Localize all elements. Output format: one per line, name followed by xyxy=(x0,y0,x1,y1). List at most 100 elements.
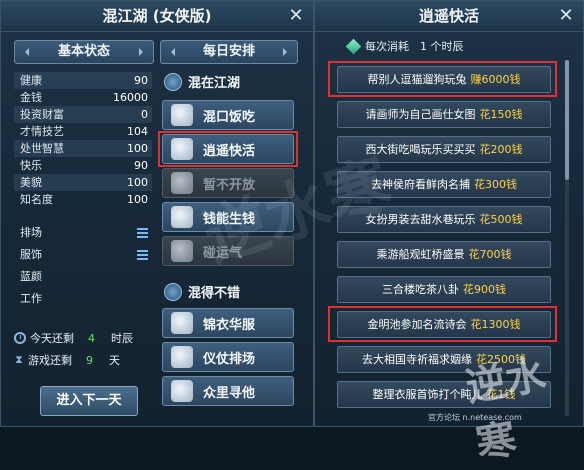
task-price: 花2500钱 xyxy=(476,353,526,366)
cost-text: 每次消耗 1 个时辰 xyxy=(365,40,464,53)
task-price: 花150钱 xyxy=(479,108,523,121)
stat-label: 快乐 xyxy=(20,159,42,172)
scrollbar-thumb[interactable] xyxy=(565,60,569,180)
action-button-not-open: 暂不开放 xyxy=(162,168,294,198)
stat-label: 投资财富 xyxy=(20,108,64,121)
gem-icon xyxy=(345,38,362,54)
remaining-today: 今天还剩 4 时辰 xyxy=(14,330,133,346)
task-desc: 三合楼吃茶八卦 xyxy=(382,283,459,296)
next-day-button[interactable]: 进入下一天 xyxy=(40,386,138,416)
task-button[interactable]: 整理衣服首饰打个盹儿 花1钱 xyxy=(337,381,551,408)
clock-icon xyxy=(14,332,26,344)
extra-row-ceremony: 排场 xyxy=(14,222,152,244)
money-icon xyxy=(171,206,193,228)
stat-label: 美貌 xyxy=(20,176,42,189)
action-label: 钱能生钱 xyxy=(203,211,256,227)
stat-row-health: 健康 90 xyxy=(14,72,152,89)
stat-value: 100 xyxy=(127,142,148,155)
stat-value: 104 xyxy=(127,125,148,138)
bowl-icon xyxy=(171,104,193,126)
stat-label: 处世智慧 xyxy=(20,142,64,155)
category-hunjianghu: 混在江湖 xyxy=(164,72,240,91)
stat-label: 才情技艺 xyxy=(20,125,64,138)
action-label: 碰运气 xyxy=(203,245,243,261)
task-button[interactable]: 女扮男装去甜水巷玩乐 花500钱 xyxy=(337,206,551,233)
task-price: 花700钱 xyxy=(468,248,512,261)
flower-icon xyxy=(171,380,193,402)
boat-icon xyxy=(171,172,193,194)
extra-row-clothing: 服饰 xyxy=(14,244,152,266)
category-icon xyxy=(164,72,182,91)
remaining-game-value: 9 xyxy=(86,353,93,367)
list-icon[interactable] xyxy=(137,228,148,238)
stats-table: 健康 90 金钱 16000 投资财富 0 才情技艺 104 处世智慧 100 快乐 90 … xyxy=(14,72,152,208)
stat-value: 90 xyxy=(134,74,148,87)
action-label: 逍遥快活 xyxy=(203,143,256,159)
stat-value: 100 xyxy=(127,193,148,206)
right-window-titlebar: 逍遥快活 ✕ xyxy=(315,1,583,32)
task-price: 花500钱 xyxy=(479,213,523,226)
task-price: 花900钱 xyxy=(463,283,506,296)
list-icon[interactable] xyxy=(137,250,148,260)
task-button[interactable]: 乘游船观虹桥盛景 花700钱 xyxy=(337,241,551,268)
left-window-titlebar: 混江湖 (女侠版) ✕ xyxy=(1,1,313,32)
action-button-fine-clothes[interactable]: 锦衣华服 xyxy=(162,308,294,338)
task-desc: 西大街吃喝玩乐买买买 xyxy=(365,143,476,156)
remaining-game-label: 游戏还剩 xyxy=(28,354,72,367)
remaining-game: ⧗ 游戏还剩 9 天 xyxy=(14,352,120,368)
task-price: 赚6000钱 xyxy=(470,73,521,86)
teapot-icon xyxy=(171,138,193,160)
extra-row-companion: 蓝颜 xyxy=(14,266,152,288)
task-desc: 去大相国寺祈福求姻缘 xyxy=(362,353,472,366)
close-icon[interactable]: ✕ xyxy=(287,1,305,31)
scrollbar[interactable] xyxy=(565,60,569,416)
stat-label: 知名度 xyxy=(20,193,53,206)
extra-row-work: 工作 xyxy=(14,288,152,310)
stat-value: 0 xyxy=(141,108,148,121)
task-price: 花200钱 xyxy=(479,143,523,156)
remaining-today-label: 今天还剩 xyxy=(30,332,74,345)
robe-icon xyxy=(171,312,193,334)
action-label: 仪仗排场 xyxy=(203,351,256,367)
task-button[interactable]: 请画师为自己画仕女图 花150钱 xyxy=(337,101,551,128)
action-label: 混口饭吃 xyxy=(203,109,256,125)
extra-label: 服饰 xyxy=(20,248,42,261)
task-button[interactable]: 三合楼吃茶八卦 花900钱 xyxy=(337,276,551,303)
stat-value: 90 xyxy=(134,159,148,172)
task-price: 花1300钱 xyxy=(470,318,521,331)
action-button-money-makes-money[interactable]: 钱能生钱 xyxy=(162,202,294,232)
remaining-today-value: 4 xyxy=(88,331,95,345)
task-button[interactable]: 去神侯府看鲜肉名捕 花300钱 xyxy=(337,171,551,198)
dice-icon xyxy=(171,240,193,262)
stat-value: 100 xyxy=(127,176,148,189)
close-icon[interactable]: ✕ xyxy=(557,1,575,31)
action-button-earn-living[interactable]: 混口饭吃 xyxy=(162,100,294,130)
action-button-try-luck: 碰运气 xyxy=(162,236,294,266)
task-button[interactable]: 去大相国寺祈福求姻缘 花2500钱 xyxy=(337,346,551,373)
action-label: 暂不开放 xyxy=(203,177,256,193)
task-price: 花1钱 xyxy=(486,388,516,401)
task-button[interactable]: 西大街吃喝玩乐买买买 花200钱 xyxy=(337,136,551,163)
task-price: 花300钱 xyxy=(474,178,517,191)
stat-row-wisdom: 处世智慧 100 xyxy=(14,140,152,157)
task-button[interactable]: 金明池参加名流诗会 花1300钱 xyxy=(337,311,551,338)
extra-label: 排场 xyxy=(20,226,42,239)
category-icon xyxy=(164,282,182,301)
task-button[interactable]: 帮别人逗猫遛狗玩兔 赚6000钱 xyxy=(337,66,551,93)
action-button-leisure[interactable]: 逍遥快活 xyxy=(162,134,294,164)
task-desc: 去神侯府看鲜肉名捕 xyxy=(371,178,470,191)
horse-icon xyxy=(171,346,193,368)
right-window-title: 逍遥快活 xyxy=(418,7,479,25)
action-button-find-him[interactable]: 众里寻他 xyxy=(162,376,294,406)
stat-row-beauty: 美貌 100 xyxy=(14,174,152,191)
category-label: 混得不错 xyxy=(188,286,241,301)
task-desc: 帮别人逗猫遛狗玩兔 xyxy=(367,73,467,86)
action-label: 众里寻他 xyxy=(203,385,256,401)
stat-row-happiness: 快乐 90 xyxy=(14,157,152,174)
stat-label: 健康 xyxy=(20,74,42,87)
stat-value: 16000 xyxy=(113,91,148,104)
category-hundebucuo: 混得不错 xyxy=(164,282,240,301)
action-button-ceremony[interactable]: 仪仗排场 xyxy=(162,342,294,372)
stat-label: 金钱 xyxy=(20,91,42,104)
stat-row-talent: 才情技艺 104 xyxy=(14,123,152,140)
